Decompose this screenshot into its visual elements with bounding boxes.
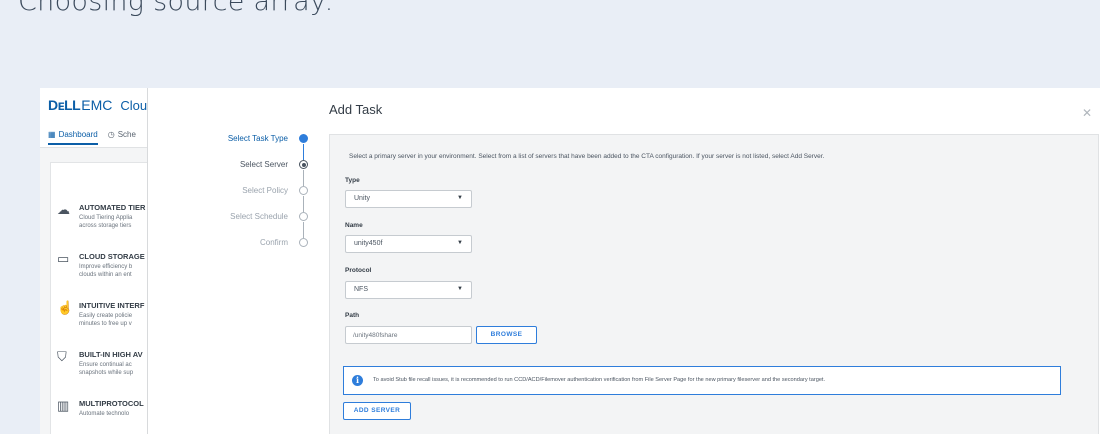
feature-desc: Cloud Tiering Applia across storage tiers: [79, 215, 133, 229]
feature-title: CLOUD STORAGE: [79, 252, 145, 261]
name-label: Name: [345, 222, 363, 229]
step-current-icon: [299, 160, 308, 169]
server-stack-icon: ▥: [57, 398, 70, 413]
step-pending-icon: [299, 238, 308, 247]
path-input[interactable]: /unity480fshare: [345, 326, 472, 344]
folder-cloud-icon: ▭: [57, 251, 70, 266]
info-text: To avoid Stub file recall issues, it is …: [373, 377, 826, 383]
step-label: Select Policy: [242, 186, 288, 195]
background-app-header: DᴇLL EMC Clou: [40, 88, 147, 122]
dell-logo: DᴇLL: [48, 97, 81, 113]
step-connector: [303, 144, 304, 160]
step-confirm[interactable]: Confirm: [180, 238, 310, 264]
background-app-panel: DᴇLL EMC Clou ▦ Dashboard ◷ Sche ☁ AUTOM…: [40, 88, 148, 434]
name-select-value: unity450f: [354, 240, 383, 247]
clock-icon: ◷: [107, 130, 115, 139]
step-connector: [303, 170, 304, 186]
step-connector: [303, 222, 304, 238]
step-pending-icon: [299, 186, 308, 195]
step-label: Select Schedule: [230, 212, 288, 221]
info-banner: i To avoid Stub file recall issues, it i…: [343, 366, 1061, 395]
dashboard-icon: ▦: [48, 130, 56, 139]
add-server-button[interactable]: ADD SERVER: [343, 402, 411, 420]
emc-logo: EMC: [81, 97, 113, 113]
type-label: Type: [345, 177, 360, 184]
protocol-label: Protocol: [345, 267, 372, 274]
feature-title: INTUITIVE INTERF: [79, 301, 145, 310]
feature-desc: Ensure continual ac snapshots while sup: [79, 362, 134, 376]
step-select-server[interactable]: Select Server: [180, 160, 310, 186]
features-card: ☁ AUTOMATED TIER Cloud Tiering Applia acr…: [50, 162, 147, 434]
path-label: Path: [345, 312, 360, 319]
select-server-form: Select a primary server in your environm…: [329, 134, 1099, 434]
feature-desc: Automate technolo: [79, 411, 130, 417]
background-app-tabs: ▦ Dashboard ◷ Sche: [40, 122, 147, 148]
feature-title: AUTOMATED TIER: [79, 203, 146, 212]
close-icon[interactable]: ✕: [1082, 106, 1092, 120]
tab-dashboard[interactable]: ▦ Dashboard: [48, 130, 98, 145]
protocol-select[interactable]: NFS ▼: [345, 281, 472, 299]
form-intro-text: Select a primary server in your environm…: [349, 153, 825, 160]
app-name: Clou: [120, 97, 148, 113]
step-connector: [303, 196, 304, 212]
step-select-task-type[interactable]: Select Task Type: [180, 134, 310, 160]
feature-desc: Easily create policie minutes to free up …: [79, 313, 133, 327]
shield-icon: ⛉: [57, 349, 67, 364]
feature-title: MULTIPROTOCOL: [79, 399, 144, 408]
info-icon: i: [352, 375, 363, 386]
slide-title: Choosing source array:: [18, 0, 334, 17]
tab-schedule-label: Sche: [117, 130, 136, 139]
hand-pointer-icon: ☝: [57, 300, 74, 315]
feature-desc: Improve efficiency b clouds within an ent: [79, 264, 133, 278]
step-label: Confirm: [259, 238, 288, 247]
chevron-down-icon: ▼: [457, 195, 463, 201]
chevron-down-icon: ▼: [457, 286, 463, 292]
name-select[interactable]: unity450f ▼: [345, 235, 472, 253]
wizard-stepper: Select Task Type Select Server Select Po…: [180, 134, 310, 264]
step-label: Select Task Type: [227, 134, 288, 143]
step-complete-icon: [299, 134, 308, 143]
cloud-sync-icon: ☁: [57, 202, 70, 217]
chevron-down-icon: ▼: [457, 240, 463, 246]
browse-button[interactable]: BROWSE: [476, 326, 537, 344]
type-select[interactable]: Unity ▼: [345, 190, 472, 208]
step-select-policy[interactable]: Select Policy: [180, 186, 310, 212]
app-screenshot: DᴇLL EMC Clou ▦ Dashboard ◷ Sche ☁ AUTOM…: [40, 88, 1100, 434]
step-select-schedule[interactable]: Select Schedule: [180, 212, 310, 238]
feature-title: BUILT-IN HIGH AV: [79, 350, 143, 359]
step-pending-icon: [299, 212, 308, 221]
type-select-value: Unity: [354, 195, 370, 202]
step-label: Select Server: [239, 160, 288, 169]
protocol-select-value: NFS: [354, 286, 368, 293]
tab-schedule[interactable]: ◷ Sche: [108, 130, 136, 139]
dialog-title: Add Task: [329, 102, 383, 117]
tab-dashboard-label: Dashboard: [58, 130, 98, 139]
